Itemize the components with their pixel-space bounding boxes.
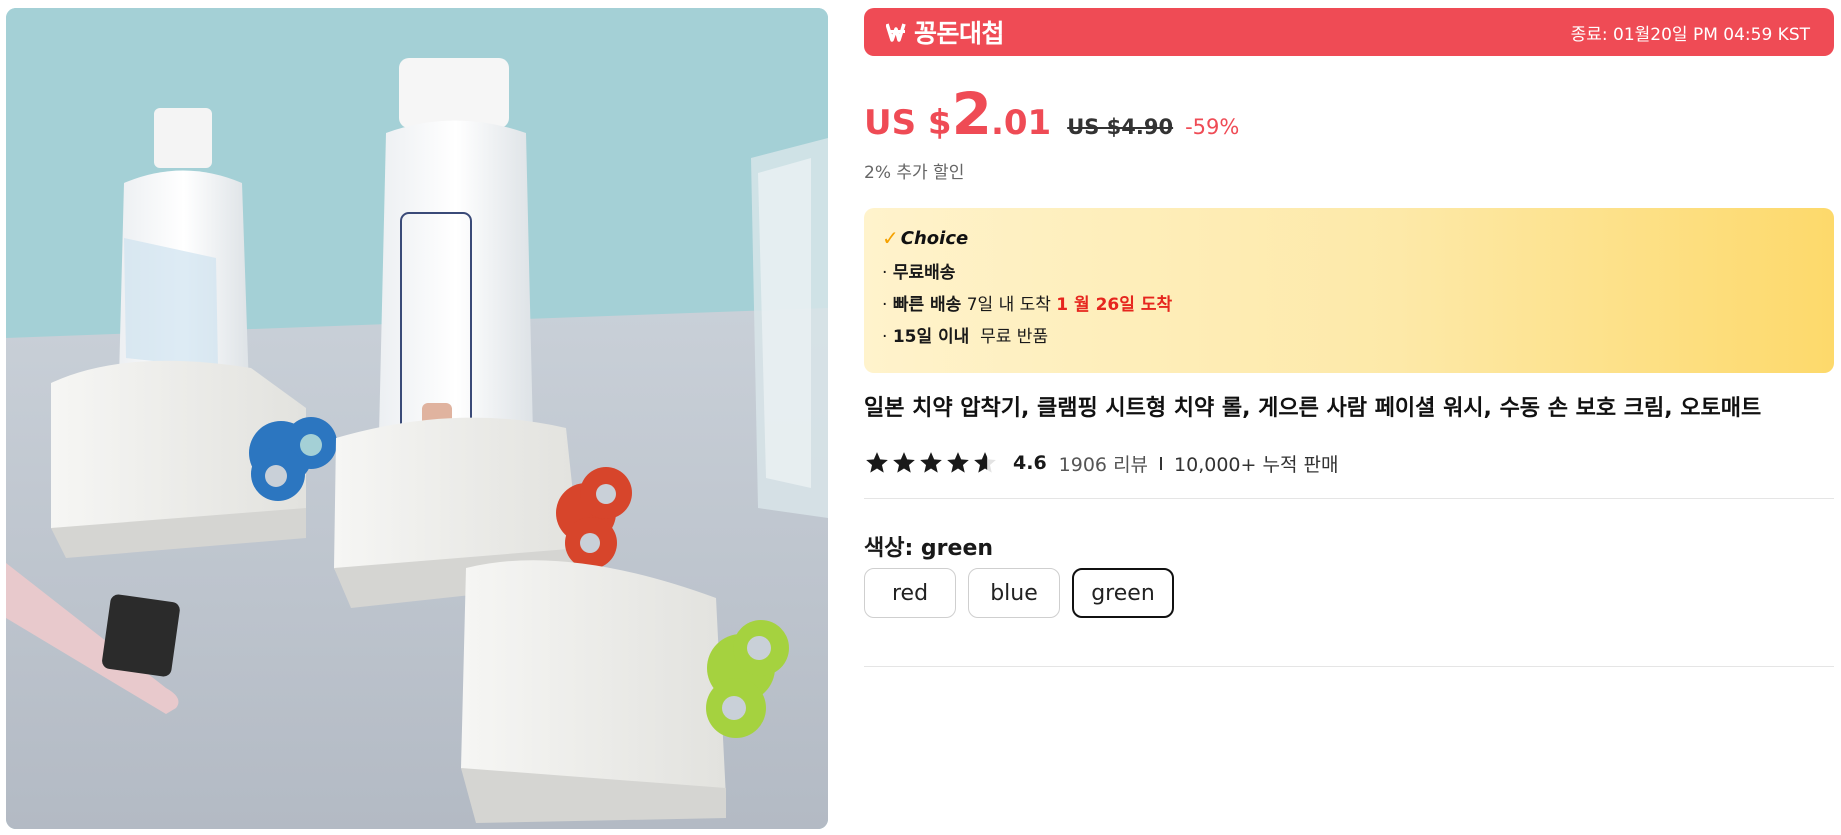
deal-logo-text: 꽁돈대첩 [914,19,1005,48]
half-star-icon [974,452,996,473]
fast-delivery-line: · 빠른 배송 7일 내 도착 1 월 26일 도착 [882,295,1173,315]
original-price: US $4.90 [1067,115,1174,139]
return-period-label: 15일 이내 [892,327,970,347]
price-decimal: .01 [990,103,1052,143]
product-page: 꽁돈대첩 종료: 01월20일 PM 04:59 KST US $2.01 US… [0,0,1841,835]
deal-logo: 꽁돈대첩 [886,14,1005,50]
product-title: 일본 치약 압착기, 클램핑 시트형 치약 롤, 게으른 사람 페이셜 워시, … [864,396,1762,421]
color-label: 색상: green [864,536,994,561]
current-price: US $2.01 [864,80,1051,148]
rating-score: 4.6 [1013,452,1047,474]
sold-count: 10,000+ 누적 판매 [1174,453,1339,476]
check-icon: ✓ [882,226,899,250]
discount-percent: -59% [1185,115,1240,139]
choice-benefits-box[interactable]: ✓ Choice · 무료배송 · 빠른 배송 7일 내 도착 1 월 26일 … [864,208,1834,373]
star-icon [866,452,888,473]
review-count[interactable]: 1906 리뷰 [1059,450,1148,477]
color-option-red[interactable]: red [864,568,956,618]
color-option-green[interactable]: green [1072,568,1174,618]
arrival-date: 1 월 26일 도착 [1056,295,1173,315]
star-rating [864,450,999,476]
price-integer: 2 [951,80,992,148]
rating-row[interactable]: 4.6 1906 리뷰 10,000+ 누적 판매 [864,448,1338,478]
price-row: US $2.01 US $4.90 -59% [864,80,1239,150]
deal-banner[interactable]: 꽁돈대첩 종료: 01월20일 PM 04:59 KST [864,8,1834,56]
w-logo-icon [886,23,906,42]
color-option-blue[interactable]: blue [968,568,1060,618]
star-icon [893,452,915,473]
star-icon [947,452,969,473]
free-shipping-label: 무료배송 [892,263,956,283]
divider [864,666,1834,667]
free-return-text: 무료 반품 [980,327,1049,347]
divider [864,498,1834,499]
fast-delivery-label: 빠른 배송 [892,295,962,315]
separator [1160,456,1163,470]
fast-delivery-text: 7일 내 도착 [966,295,1051,315]
extra-discount: 2% 추가 할인 [864,163,965,183]
star-icon [920,452,942,473]
color-options: red blue green [864,568,1186,618]
free-return-line: · 15일 이내 무료 반품 [882,327,1049,347]
deal-timer: 종료: 01월20일 PM 04:59 KST [1570,24,1810,45]
choice-badge-label: Choice [900,227,969,249]
product-image[interactable] [6,8,828,829]
price-currency: US $ [864,103,952,143]
choice-badge: ✓ Choice [882,226,1816,250]
free-shipping-line: · 무료배송 [882,263,956,283]
